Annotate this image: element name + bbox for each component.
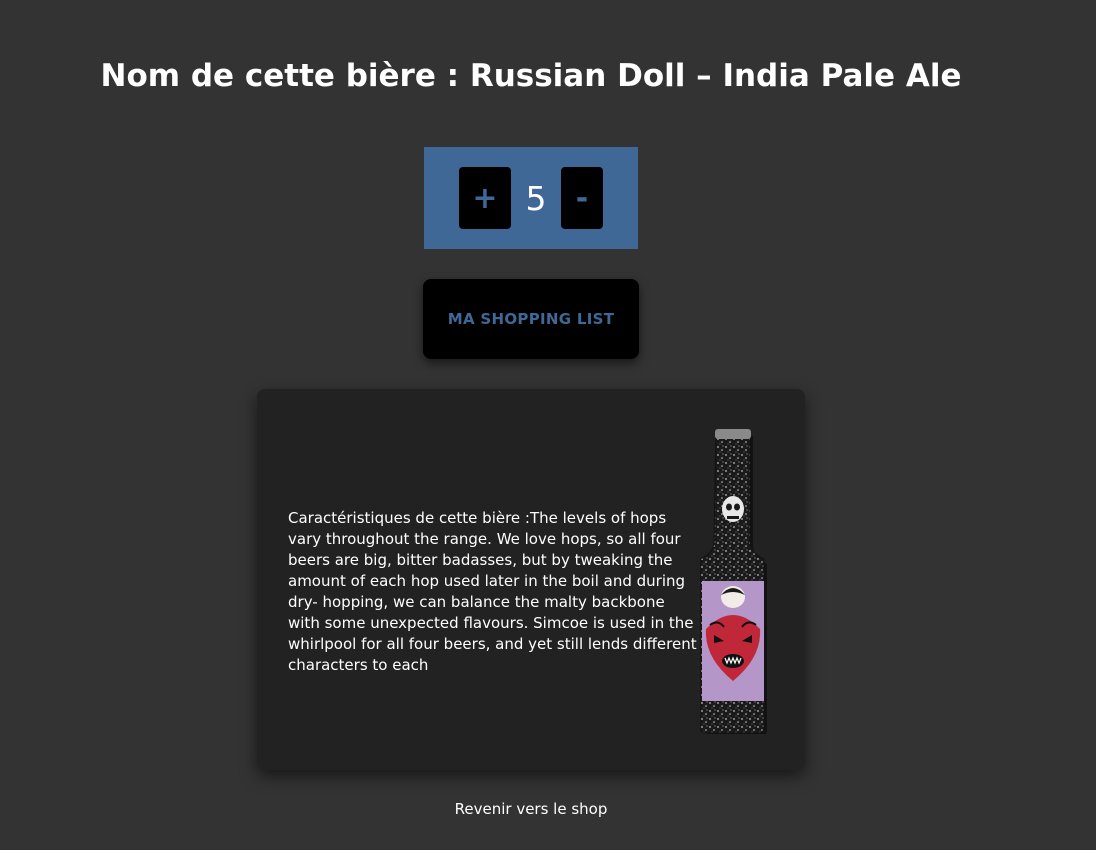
beer-bottle-image xyxy=(700,429,767,734)
decrement-button[interactable]: - xyxy=(561,167,603,229)
back-to-shop-link[interactable]: Revenir vers le shop xyxy=(0,800,1062,818)
page: Nom de cette bière : Russian Doll – Indi… xyxy=(0,0,1096,850)
quantity-stepper: + 5 - xyxy=(424,147,638,249)
page-title: Nom de cette bière : Russian Doll – Indi… xyxy=(100,58,962,94)
increment-button[interactable]: + xyxy=(459,167,511,229)
quantity-value: 5 xyxy=(525,178,547,218)
beer-description: Caractéristiques de cette bière :The lev… xyxy=(288,509,697,674)
shopping-list-button[interactable]: MA SHOPPING LIST xyxy=(423,279,639,359)
beer-card: Caractéristiques de cette bière :The lev… xyxy=(257,389,805,770)
